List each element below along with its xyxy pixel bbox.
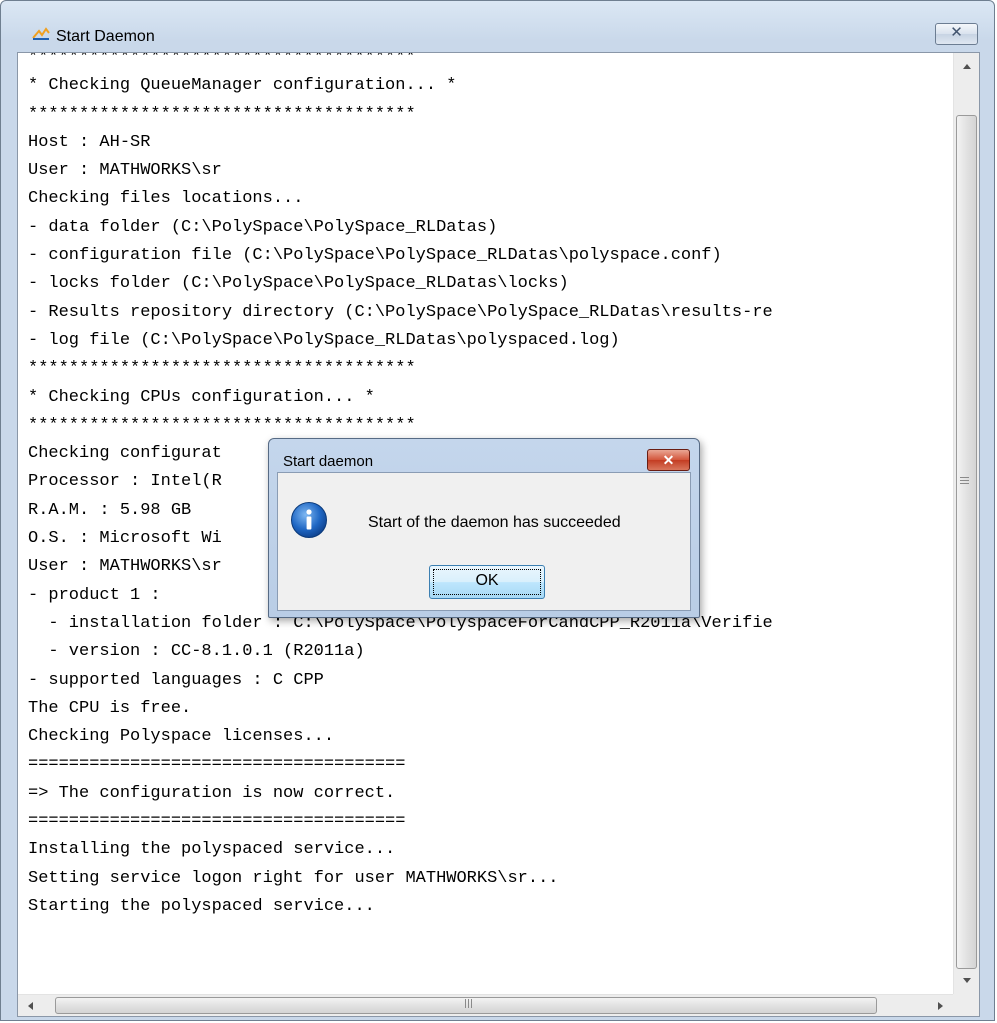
log-line: ===================================== [28, 812, 406, 832]
log-line: Host : AH-SR [28, 132, 151, 152]
log-line: - supported languages : C CPP [28, 670, 324, 690]
log-line: - data folder (C:\PolySpace\PolySpace_RL… [28, 217, 498, 237]
log-line: Starting the polyspaced service... [28, 896, 375, 916]
ok-button[interactable]: OK [429, 565, 545, 599]
start-daemon-dialog: Start daemon ✕ Start of the daemon has s… [268, 438, 700, 618]
dialog-body: Start of the daemon has succeeded OK [277, 472, 691, 611]
log-line: - locks folder (C:\PolySpace\PolySpace_R… [28, 274, 569, 294]
arrow-up-icon[interactable] [954, 53, 980, 79]
polyspace-app-icon [32, 27, 50, 40]
log-line: Setting service logon right for user MAT… [28, 868, 559, 888]
dialog-close-button[interactable]: ✕ [647, 449, 690, 471]
close-icon: ✕ [662, 452, 675, 468]
log-line: The CPU is free. [28, 698, 192, 718]
vertical-scrollbar[interactable] [953, 53, 979, 994]
log-line: * Checking CPUs configuration... * [28, 387, 375, 407]
window-close-button[interactable]: ✕ [935, 23, 978, 45]
dialog-message: Start of the daemon has succeeded [368, 514, 621, 531]
grip-icon [465, 999, 472, 1008]
log-line: ************************************** [28, 104, 416, 124]
log-line: Installing the polyspaced service... [28, 840, 396, 860]
log-line: - log file (C:\PolySpace\PolySpace_RLDat… [28, 330, 620, 350]
log-line: Checking Polyspace licenses... [28, 727, 335, 747]
log-line: ===================================== [28, 755, 406, 775]
arrow-down-icon[interactable] [954, 968, 980, 994]
log-line: ************************************** [28, 415, 416, 435]
log-line: => The configuration is now correct. [28, 783, 396, 803]
log-line: - version : CC-8.1.0.1 (R2011a) [28, 642, 365, 662]
log-line: - configuration file (C:\PolySpace\PolyS… [28, 246, 722, 266]
dialog-title: Start daemon [283, 453, 374, 470]
horizontal-scrollbar[interactable] [18, 994, 953, 1016]
log-line: - Results repository directory (C:\PolyS… [28, 302, 773, 322]
grip-icon [960, 477, 969, 484]
focus-rectangle [433, 569, 541, 595]
log-line: ************************************** [28, 359, 416, 379]
close-icon: ✕ [950, 24, 963, 41]
information-icon [291, 502, 327, 538]
log-line: User : MATHWORKS\sr [28, 161, 222, 181]
vertical-scroll-thumb[interactable] [956, 115, 977, 969]
log-line: * Checking QueueManager configuration...… [28, 76, 457, 96]
scrollbar-corner [953, 994, 979, 1016]
log-line: Checking files locations... [28, 189, 304, 209]
title-bar[interactable]: Start Daemon ✕ [1, 1, 994, 45]
window-title: Start Daemon [56, 28, 155, 45]
arrow-right-icon[interactable] [927, 995, 953, 1017]
log-line: ************************************** [28, 53, 416, 67]
arrow-left-icon[interactable] [18, 995, 44, 1017]
